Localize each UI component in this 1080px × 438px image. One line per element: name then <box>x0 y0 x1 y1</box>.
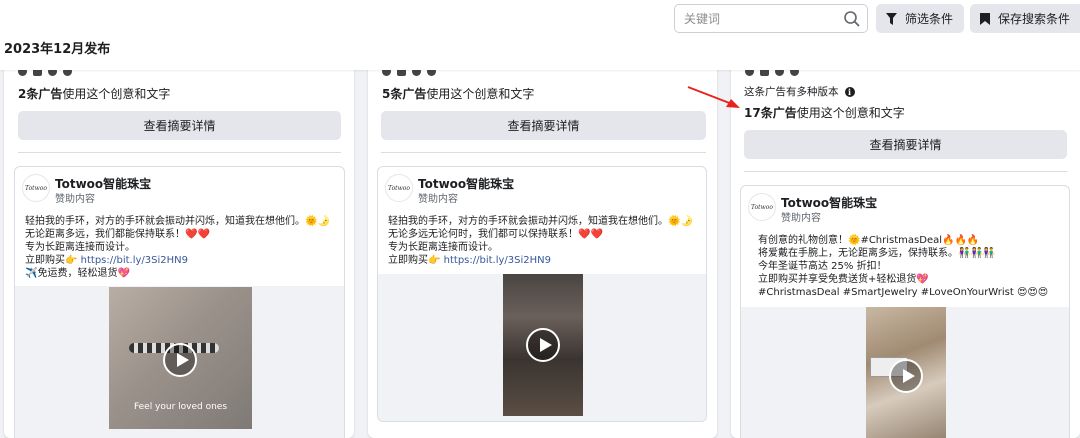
advertiser-logo: Totwoo <box>385 174 413 202</box>
ad-link[interactable]: https://bit.ly/3Si2HN9 <box>81 255 188 266</box>
play-icon[interactable] <box>889 359 923 393</box>
ad-body-text: 有创意的礼物创意！🌞#ChristmasDeal🔥🔥🔥 将爱戴在手腕上，无论距离… <box>758 235 1049 298</box>
ad-card: 5条广告使用这个创意和文字 查看摘要详情 Totwoo Totwoo智能珠宝 赞… <box>368 50 717 438</box>
save-search-label: 保存搜索条件 <box>998 12 1071 26</box>
advertiser-logo: Totwoo <box>22 174 50 202</box>
ad-preview[interactable]: Totwoo Totwoo智能珠宝 赞助内容 轻拍我的手环，对方的手环就会振动并… <box>14 166 345 438</box>
search-icon[interactable] <box>843 10 861 28</box>
keyword-search-input[interactable] <box>675 5 835 32</box>
multi-version-notice: 这条广告有多种版本 i <box>744 84 855 99</box>
annotation-arrow-icon <box>687 86 740 108</box>
sponsored-label: 赞助内容 <box>781 213 821 224</box>
info-icon[interactable]: i <box>844 86 855 97</box>
ad-card: 2条广告使用这个创意和文字 查看摘要详情 Totwoo Totwoo智能珠宝 赞… <box>4 50 354 438</box>
ad-link[interactable]: https://bit.ly/3Si2HN9 <box>444 255 551 266</box>
ad-count: 2条广告使用这个创意和文字 <box>18 87 171 101</box>
ad-card: 这条广告有多种版本 i 17条广告使用这个创意和文字 查看摘要详情 Totwoo … <box>731 50 1080 438</box>
ad-count: 5条广告使用这个创意和文字 <box>382 87 535 101</box>
advertiser-logo: Totwoo <box>748 193 776 221</box>
ad-body-text: 轻拍我的手环，对方的手环就会振动并闪烁，知道我在想他们。🌞🌛 无论距离多远，我们… <box>25 216 330 279</box>
ad-preview[interactable]: Totwoo Totwoo智能珠宝 赞助内容 有创意的礼物创意！🌞#Christ… <box>740 185 1070 438</box>
ad-video[interactable] <box>503 274 583 416</box>
sponsored-label: 赞助内容 <box>418 194 458 205</box>
top-bar: 2023年12月发布 筛选条件 保存搜索条件 <box>0 0 1080 70</box>
bookmark-icon <box>980 12 990 25</box>
ad-video[interactable]: Feel your loved ones <box>109 287 252 429</box>
filter-label: 筛选条件 <box>905 12 954 26</box>
filter-button[interactable]: 筛选条件 <box>876 4 964 33</box>
divider <box>744 171 1067 172</box>
view-summary-button[interactable]: 查看摘要详情 <box>18 111 341 140</box>
ad-body-text: 轻拍我的手环，对方的手环就会振动并闪烁，知道我在想他们。🌞🌛 无论多远无论何时，… <box>388 216 693 266</box>
view-summary-button[interactable]: 查看摘要详情 <box>381 111 706 140</box>
ad-preview[interactable]: Totwoo Totwoo智能珠宝 赞助内容 轻拍我的手环，对方的手环就会振动并… <box>377 166 707 422</box>
date-heading: 2023年12月发布 <box>4 42 111 57</box>
play-icon[interactable] <box>526 328 560 362</box>
search-box[interactable] <box>674 4 868 33</box>
sponsored-label: 赞助内容 <box>55 194 95 205</box>
save-search-button[interactable]: 保存搜索条件 <box>970 4 1080 33</box>
divider <box>18 152 341 153</box>
filter-icon <box>886 12 897 25</box>
view-summary-button[interactable]: 查看摘要详情 <box>744 130 1067 159</box>
ad-count: 17条广告使用这个创意和文字 <box>744 106 905 120</box>
ad-video[interactable] <box>866 307 946 438</box>
video-caption: Feel your loved ones <box>133 402 228 412</box>
play-icon[interactable] <box>163 343 197 377</box>
divider <box>381 152 706 153</box>
